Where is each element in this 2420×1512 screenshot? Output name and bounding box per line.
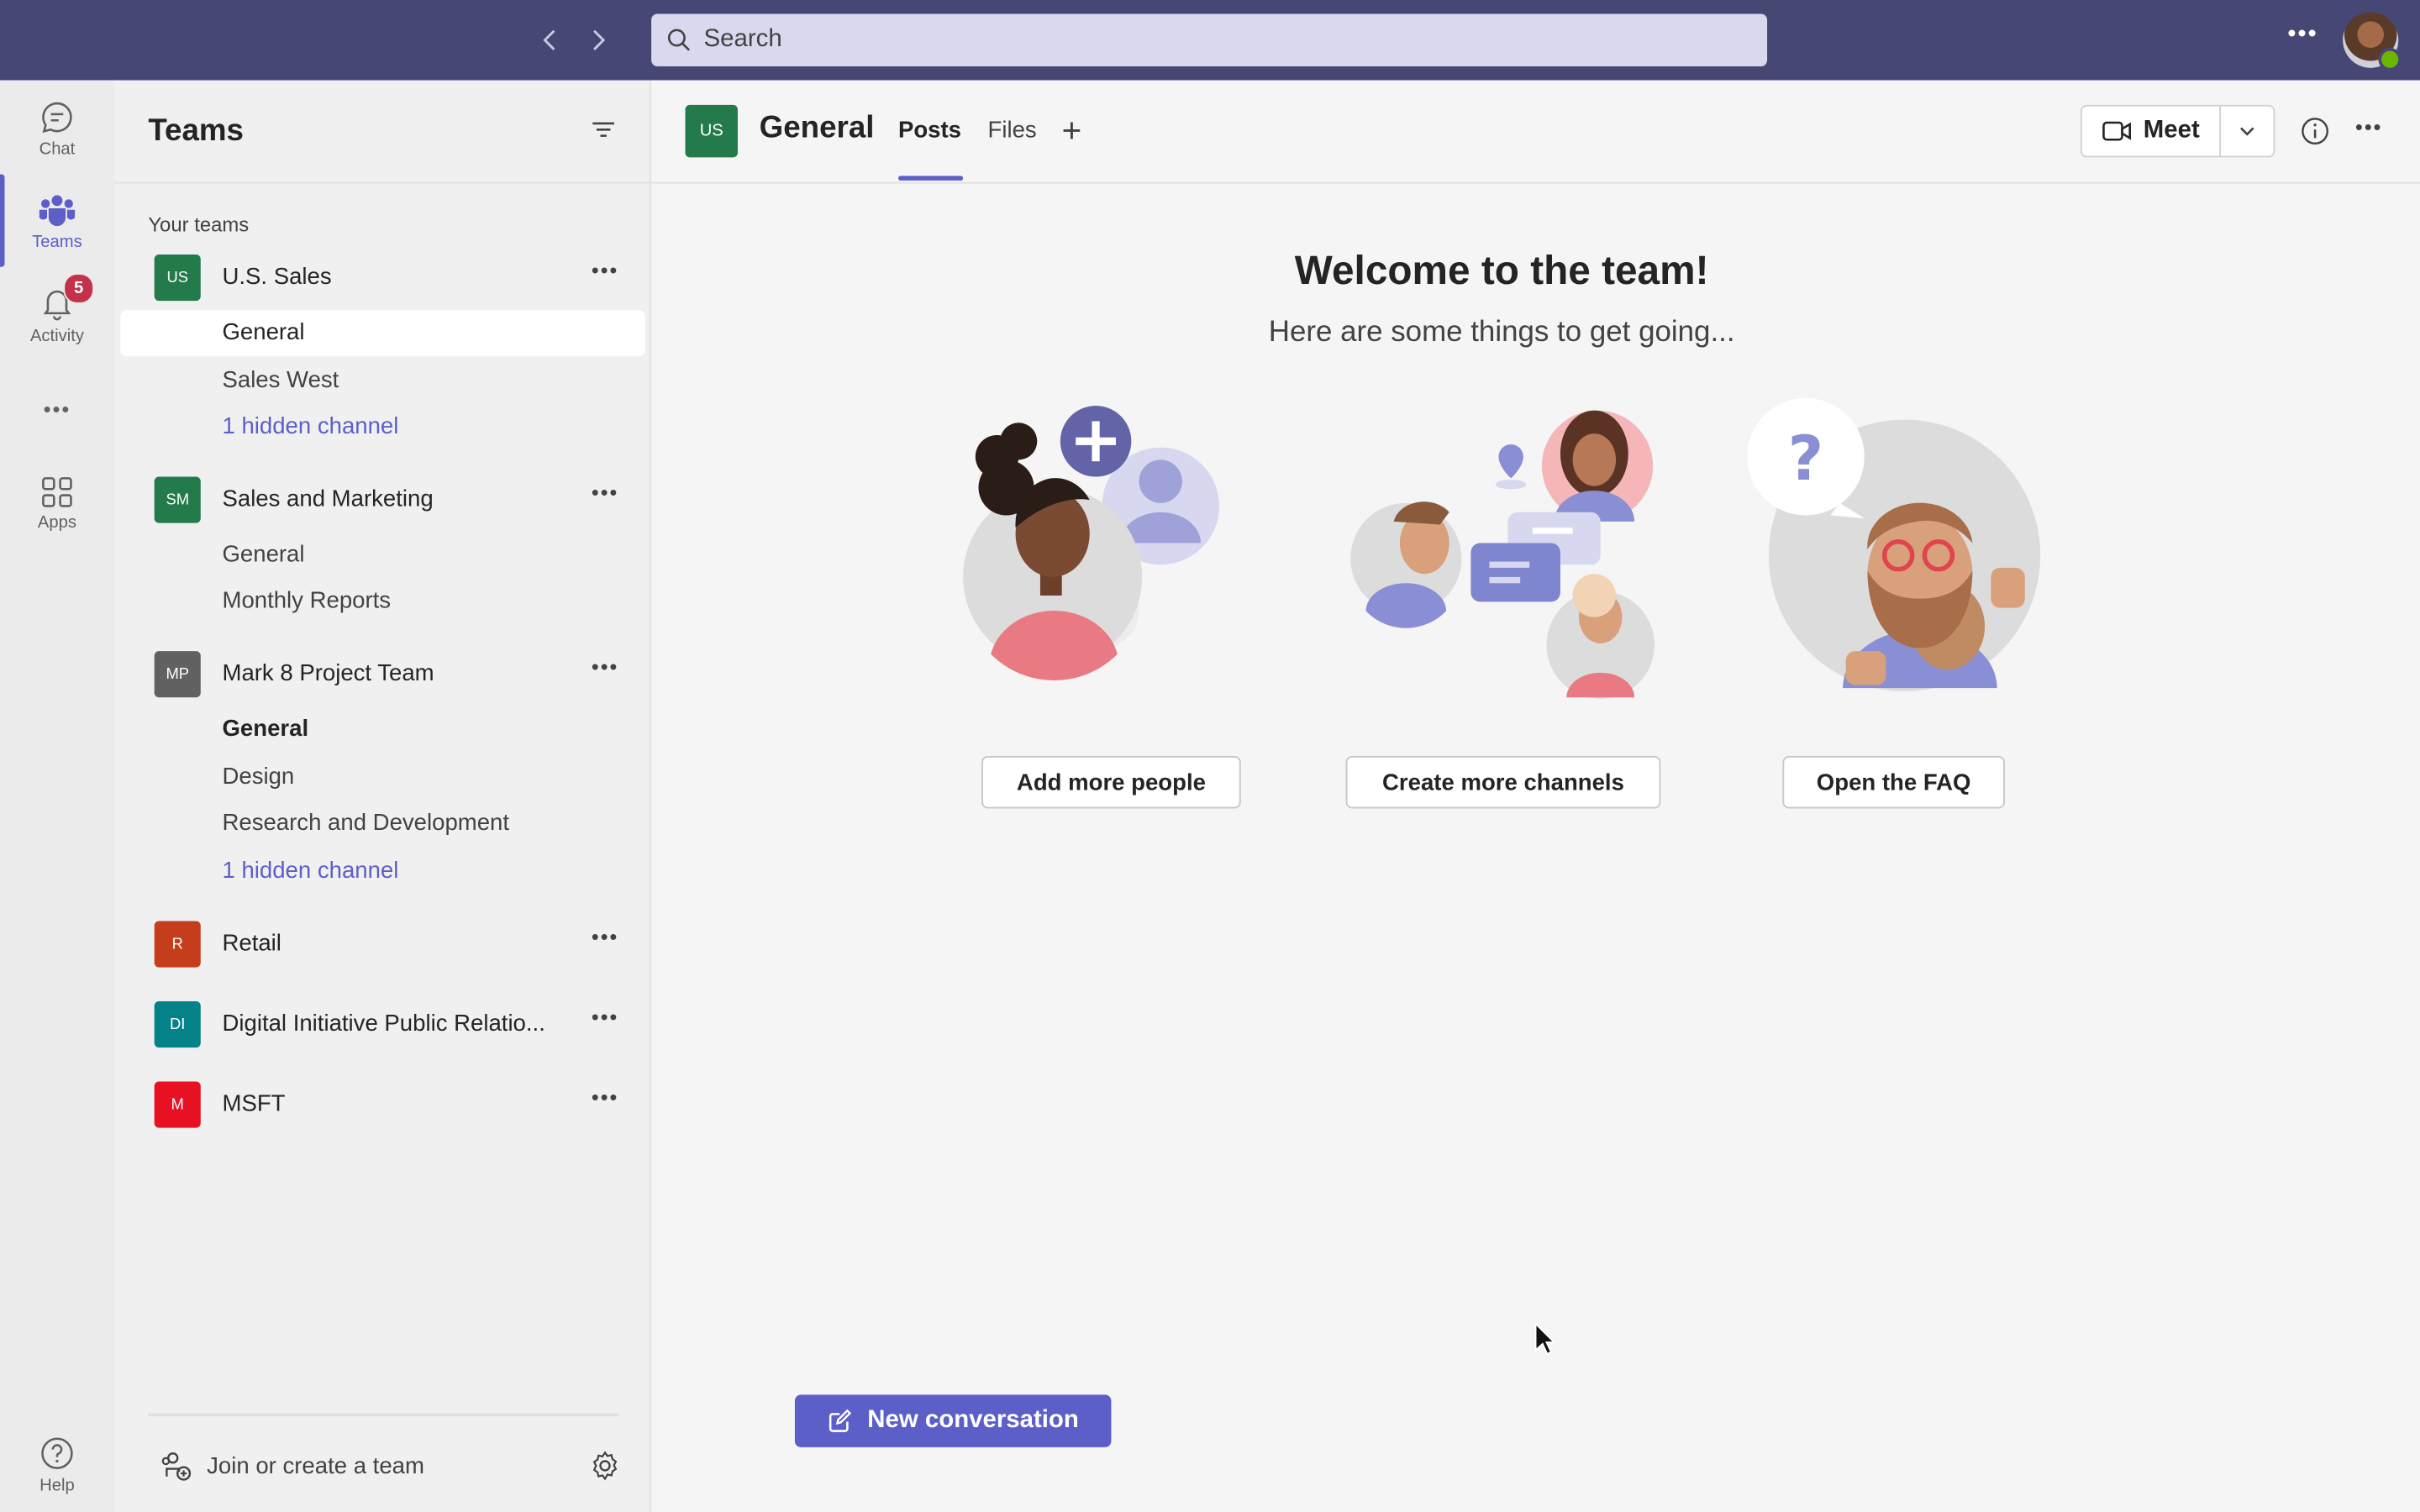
team-name: MSFT bbox=[222, 1090, 286, 1117]
team-name: U.S. Sales bbox=[222, 264, 332, 291]
team-name: Mark 8 Project Team bbox=[222, 660, 434, 687]
faq-illustration: ? bbox=[1747, 397, 2041, 691]
channel-design[interactable]: Design bbox=[120, 754, 644, 801]
channel-general[interactable]: General bbox=[120, 533, 644, 579]
hidden-channels-link[interactable]: 1 hidden channel bbox=[120, 404, 644, 450]
channel-general[interactable]: General bbox=[120, 310, 645, 357]
team-name: Digital Initiative Public Relatio... bbox=[222, 1011, 545, 1037]
welcome-subtitle: Here are some things to get going... bbox=[1268, 316, 1735, 349]
meet-split-button: Meet bbox=[2080, 104, 2275, 158]
join-label: Join or create a team bbox=[207, 1452, 424, 1479]
create-more-channels-button[interactable]: Create more channels bbox=[1345, 756, 1661, 809]
more-options-icon[interactable]: ••• bbox=[2281, 22, 2324, 59]
team-row-digital-initiative[interactable]: DI Digital Initiative Public Relatio... … bbox=[120, 998, 644, 1053]
team-more-options-icon[interactable]: ••• bbox=[587, 258, 623, 295]
back-arrow-icon[interactable] bbox=[533, 22, 566, 59]
team-more-options-icon[interactable]: ••• bbox=[587, 1084, 623, 1121]
rail-item-chat[interactable]: Chat bbox=[0, 83, 114, 173]
more-apps-icon: ••• bbox=[43, 396, 71, 422]
divider bbox=[113, 181, 652, 184]
pane-title: Teams bbox=[148, 113, 245, 149]
user-avatar[interactable] bbox=[2343, 12, 2402, 71]
team-row-msft[interactable]: M MSFT ••• bbox=[120, 1079, 644, 1134]
channel-sales-west[interactable]: Sales West bbox=[120, 358, 644, 404]
team-name: Sales and Marketing bbox=[222, 486, 434, 512]
search-input[interactable] bbox=[700, 24, 1634, 56]
add-tab-plus-icon[interactable]: + bbox=[1062, 113, 1082, 148]
welcome-title: Welcome to the team! bbox=[1294, 246, 1709, 293]
hidden-channels-link[interactable]: 1 hidden channel bbox=[120, 848, 644, 895]
activity-count-badge: 5 bbox=[63, 273, 95, 304]
divider bbox=[148, 1413, 619, 1417]
team-avatar: US bbox=[685, 104, 738, 158]
channel-research-and-development[interactable]: Research and Development bbox=[120, 801, 644, 847]
settings-gear-icon[interactable] bbox=[590, 1451, 621, 1489]
filter-icon[interactable] bbox=[590, 118, 618, 150]
compose-icon bbox=[829, 1409, 852, 1432]
team-row-sales-and-marketing[interactable]: SM Sales and Marketing ••• bbox=[120, 474, 644, 529]
app-rail: Chat Teams 5 Activity ••• Apps Help bbox=[0, 80, 114, 1512]
channel-general-unread[interactable]: General bbox=[120, 706, 644, 753]
video-camera-icon bbox=[2102, 121, 2131, 141]
team-more-options-icon[interactable]: ••• bbox=[587, 654, 623, 691]
chat-icon bbox=[42, 101, 72, 133]
search-icon bbox=[667, 29, 691, 51]
rail-label-activity: Activity bbox=[29, 326, 84, 345]
team-more-options-icon[interactable]: ••• bbox=[587, 480, 623, 517]
team-row-mark-8-project-team[interactable]: MP Mark 8 Project Team ••• bbox=[120, 648, 644, 703]
tab-files[interactable]: Files bbox=[988, 118, 1037, 144]
create-channels-illustration bbox=[1350, 410, 1655, 700]
team-name: Retail bbox=[222, 930, 281, 957]
rail-label-apps: Apps bbox=[37, 512, 76, 532]
new-conversation-button[interactable]: New conversation bbox=[794, 1394, 1112, 1447]
rail-item-more[interactable]: ••• bbox=[0, 364, 114, 454]
teams-icon bbox=[39, 194, 76, 226]
rail-label-help: Help bbox=[39, 1475, 75, 1494]
search-box[interactable] bbox=[651, 13, 1768, 66]
channel-title: General bbox=[759, 111, 875, 145]
active-tab-indicator bbox=[897, 176, 964, 181]
team-row-retail[interactable]: R Retail ••• bbox=[120, 918, 644, 974]
apps-icon bbox=[42, 476, 72, 507]
mouse-pointer-icon bbox=[1534, 1322, 1556, 1355]
team-avatar: R bbox=[154, 921, 201, 968]
rail-label-teams: Teams bbox=[32, 232, 82, 251]
team-avatar: SM bbox=[154, 476, 201, 523]
team-more-options-icon[interactable]: ••• bbox=[587, 1005, 623, 1042]
channel-more-options-icon[interactable]: ••• bbox=[2355, 114, 2383, 139]
channel-main: US General Posts Files + Meet ••• Welcom… bbox=[651, 80, 2420, 1512]
rail-label-chat: Chat bbox=[39, 139, 76, 159]
title-bar: ••• bbox=[0, 0, 2420, 81]
forward-arrow-icon[interactable] bbox=[581, 22, 615, 59]
rail-item-activity[interactable]: 5 Activity bbox=[0, 270, 114, 360]
section-label: Your teams bbox=[148, 213, 250, 237]
channel-monthly-reports[interactable]: Monthly Reports bbox=[120, 579, 644, 625]
tab-posts[interactable]: Posts bbox=[898, 118, 961, 144]
meet-button[interactable]: Meet bbox=[2082, 106, 2222, 156]
meet-label: Meet bbox=[2143, 117, 2200, 144]
chevron-down-icon[interactable] bbox=[2221, 107, 2273, 156]
team-avatar: US bbox=[154, 255, 201, 302]
add-team-icon bbox=[161, 1452, 192, 1481]
open-faq-button[interactable]: Open the FAQ bbox=[1782, 756, 2005, 809]
presence-available-icon bbox=[2378, 47, 2402, 71]
team-avatar: DI bbox=[154, 1001, 201, 1048]
add-more-people-button[interactable]: Add more people bbox=[981, 756, 1241, 809]
add-people-illustration bbox=[963, 406, 1220, 680]
team-avatar: MP bbox=[154, 651, 201, 698]
help-icon bbox=[41, 1436, 73, 1469]
rail-item-help[interactable]: Help bbox=[0, 1420, 114, 1509]
channel-header: US General Posts Files + Meet ••• bbox=[651, 80, 2420, 184]
info-icon[interactable] bbox=[2300, 116, 2331, 155]
rail-item-apps[interactable]: Apps bbox=[0, 459, 114, 549]
new-conversation-label: New conversation bbox=[867, 1407, 1079, 1434]
team-more-options-icon[interactable]: ••• bbox=[587, 924, 623, 961]
svg-text:?: ? bbox=[1788, 423, 1824, 495]
join-or-create-team-button[interactable]: Join or create a team bbox=[160, 1447, 424, 1484]
teams-list-pane: Teams Your teams US U.S. Sales ••• Gener… bbox=[113, 80, 652, 1512]
team-avatar: M bbox=[154, 1081, 201, 1128]
team-row-us-sales[interactable]: US U.S. Sales ••• bbox=[120, 251, 644, 307]
rail-item-teams[interactable]: Teams bbox=[0, 176, 114, 265]
